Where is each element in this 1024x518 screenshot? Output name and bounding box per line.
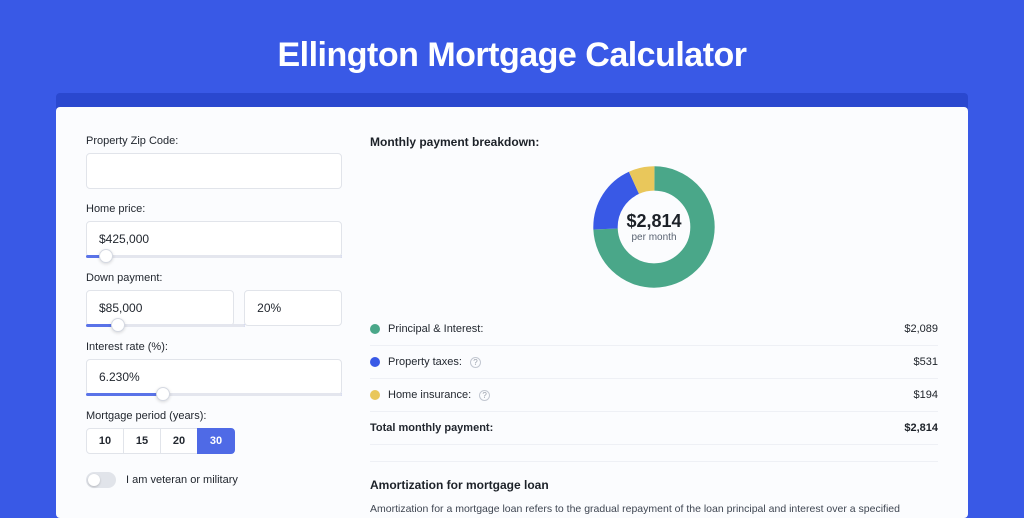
interest-label: Interest rate (%): [86,341,342,353]
veteran-toggle[interactable] [86,472,116,488]
legend-label: Principal & Interest: [388,323,483,335]
amortization-text: Amortization for a mortgage loan refers … [370,502,938,518]
legend-row: Principal & Interest: $2,089 [370,313,938,346]
amortization-title: Amortization for mortgage loan [370,478,938,492]
amortization-section: Amortization for mortgage loan Amortizat… [370,461,938,518]
legend-value: $194 [914,389,938,401]
breakdown-title: Monthly payment breakdown: [370,135,938,149]
zip-field-group: Property Zip Code: [86,135,342,189]
interest-field-group: Interest rate (%): [86,341,342,396]
home-price-slider[interactable] [86,255,342,258]
info-icon[interactable]: ? [470,357,481,368]
legend-row: Home insurance:? $194 [370,379,938,412]
zip-input[interactable] [86,153,342,189]
info-icon[interactable]: ? [479,390,490,401]
period-field-group: Mortgage period (years): 10152030 [86,410,342,454]
slider-thumb-icon[interactable] [111,318,125,332]
donut-chart: $2,814 per month [370,163,938,291]
legend-label: Home insurance: [388,389,471,401]
down-payment-pct-input[interactable] [244,290,342,326]
home-price-input[interactable] [86,221,342,257]
interest-slider[interactable] [86,393,342,396]
legend-value: $531 [914,356,938,368]
down-payment-label: Down payment: [86,272,342,284]
legend-total-row: Total monthly payment: $2,814 [370,412,938,445]
down-payment-field-group: Down payment: [86,272,342,327]
legend-label: Property taxes: [388,356,462,368]
home-price-field-group: Home price: [86,203,342,258]
breakdown-panel: Monthly payment breakdown: $2,814 per mo… [370,135,938,518]
zip-label: Property Zip Code: [86,135,342,147]
period-segmented: 10152030 [86,428,342,454]
legend-dot-icon [370,357,380,367]
down-payment-slider[interactable] [86,324,245,327]
donut-amount: $2,814 [626,211,681,232]
slider-thumb-icon[interactable] [156,387,170,401]
veteran-label: I am veteran or military [126,474,238,486]
total-value: $2,814 [904,422,938,434]
page-title: Ellington Mortgage Calculator [0,36,1024,75]
legend-dot-icon [370,390,380,400]
period-option-20[interactable]: 20 [160,428,198,454]
donut-sub: per month [631,232,676,243]
veteran-toggle-row: I am veteran or military [86,472,342,488]
legend-row: Property taxes:? $531 [370,346,938,379]
interest-input[interactable] [86,359,342,395]
period-option-15[interactable]: 15 [123,428,161,454]
period-option-30[interactable]: 30 [197,428,235,454]
hero: Ellington Mortgage Calculator [0,0,1024,93]
period-option-10[interactable]: 10 [86,428,124,454]
form-panel: Property Zip Code: Home price: Down paym… [86,135,342,518]
donut-center: $2,814 per month [590,163,718,291]
legend-value: $2,089 [904,323,938,335]
legend: Principal & Interest: $2,089 Property taxe… [370,313,938,412]
period-label: Mortgage period (years): [86,410,342,422]
total-label: Total monthly payment: [370,422,493,434]
down-payment-input[interactable] [86,290,234,326]
slider-thumb-icon[interactable] [99,249,113,263]
calculator-card: Property Zip Code: Home price: Down paym… [56,107,968,518]
legend-dot-icon [370,324,380,334]
home-price-label: Home price: [86,203,342,215]
